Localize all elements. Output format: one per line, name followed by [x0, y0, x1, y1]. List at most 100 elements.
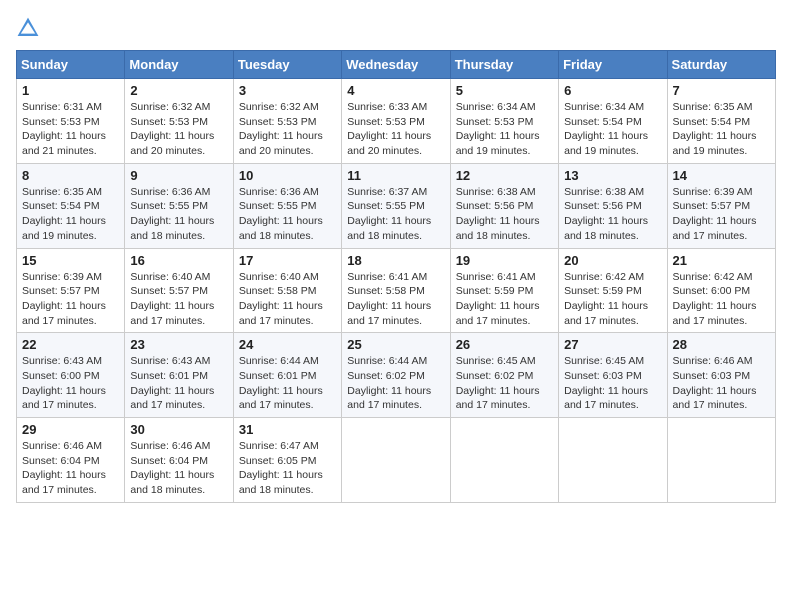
- day-number: 7: [673, 83, 770, 98]
- day-number: 2: [130, 83, 227, 98]
- day-number: 29: [22, 422, 119, 437]
- day-number: 25: [347, 337, 444, 352]
- calendar-cell: 15Sunrise: 6:39 AMSunset: 5:57 PMDayligh…: [17, 248, 125, 333]
- calendar-cell: 19 Sunrise: 6:41 AMSunset: 5:59 PMDayligh…: [450, 248, 558, 333]
- day-info: Sunrise: 6:31 AMSunset: 5:53 PMDaylight:…: [22, 100, 119, 159]
- day-number: 30: [130, 422, 227, 437]
- calendar-cell: 21 Sunrise: 6:42 AMSunset: 6:00 PMDayligh…: [667, 248, 775, 333]
- calendar-cell: [667, 418, 775, 503]
- day-info: Sunrise: 6:45 AMSunset: 6:02 PMDaylight:…: [456, 354, 553, 413]
- calendar-cell: 1 Sunrise: 6:31 AMSunset: 5:53 PMDaylight…: [17, 79, 125, 164]
- day-number: 31: [239, 422, 336, 437]
- calendar-cell: 31 Sunrise: 6:47 AMSunset: 6:05 PMDayligh…: [233, 418, 341, 503]
- day-info: Sunrise: 6:35 AMSunset: 5:54 PMDaylight:…: [22, 185, 119, 244]
- calendar-cell: 6 Sunrise: 6:34 AMSunset: 5:54 PMDaylight…: [559, 79, 667, 164]
- day-info: Sunrise: 6:35 AMSunset: 5:54 PMDaylight:…: [673, 100, 770, 159]
- day-info: Sunrise: 6:47 AMSunset: 6:05 PMDaylight:…: [239, 439, 336, 498]
- day-info: Sunrise: 6:42 AMSunset: 5:59 PMDaylight:…: [564, 270, 661, 329]
- weekday-sunday: Sunday: [17, 51, 125, 79]
- day-number: 5: [456, 83, 553, 98]
- day-info: Sunrise: 6:34 AMSunset: 5:53 PMDaylight:…: [456, 100, 553, 159]
- day-info: Sunrise: 6:45 AMSunset: 6:03 PMDaylight:…: [564, 354, 661, 413]
- day-number: 27: [564, 337, 661, 352]
- weekday-monday: Monday: [125, 51, 233, 79]
- day-info: Sunrise: 6:42 AMSunset: 6:00 PMDaylight:…: [673, 270, 770, 329]
- weekday-wednesday: Wednesday: [342, 51, 450, 79]
- day-number: 18: [347, 253, 444, 268]
- day-number: 6: [564, 83, 661, 98]
- calendar-cell: 23 Sunrise: 6:43 AMSunset: 6:01 PMDayligh…: [125, 333, 233, 418]
- weekday-thursday: Thursday: [450, 51, 558, 79]
- calendar-cell: 28Sunrise: 6:46 AMSunset: 6:03 PMDayligh…: [667, 333, 775, 418]
- day-number: 17: [239, 253, 336, 268]
- calendar-cell: 18 Sunrise: 6:41 AMSunset: 5:58 PMDayligh…: [342, 248, 450, 333]
- day-number: 12: [456, 168, 553, 183]
- calendar-cell: 13 Sunrise: 6:38 AMSunset: 5:56 PMDayligh…: [559, 163, 667, 248]
- day-number: 13: [564, 168, 661, 183]
- day-info: Sunrise: 6:46 AMSunset: 6:04 PMDaylight:…: [22, 439, 119, 498]
- calendar-cell: 30 Sunrise: 6:46 AMSunset: 6:04 PMDayligh…: [125, 418, 233, 503]
- calendar-cell: 17 Sunrise: 6:40 AMSunset: 5:58 PMDayligh…: [233, 248, 341, 333]
- day-info: Sunrise: 6:36 AMSunset: 5:55 PMDaylight:…: [239, 185, 336, 244]
- day-number: 10: [239, 168, 336, 183]
- day-info: Sunrise: 6:32 AMSunset: 5:53 PMDaylight:…: [130, 100, 227, 159]
- calendar-cell: 4 Sunrise: 6:33 AMSunset: 5:53 PMDaylight…: [342, 79, 450, 164]
- day-number: 23: [130, 337, 227, 352]
- day-info: Sunrise: 6:39 AMSunset: 5:57 PMDaylight:…: [673, 185, 770, 244]
- calendar-cell: [342, 418, 450, 503]
- calendar-table: SundayMondayTuesdayWednesdayThursdayFrid…: [16, 50, 776, 503]
- day-number: 11: [347, 168, 444, 183]
- calendar-cell: 20 Sunrise: 6:42 AMSunset: 5:59 PMDayligh…: [559, 248, 667, 333]
- day-number: 20: [564, 253, 661, 268]
- calendar-cell: [559, 418, 667, 503]
- day-info: Sunrise: 6:40 AMSunset: 5:58 PMDaylight:…: [239, 270, 336, 329]
- day-info: Sunrise: 6:44 AMSunset: 6:01 PMDaylight:…: [239, 354, 336, 413]
- calendar-cell: 26 Sunrise: 6:45 AMSunset: 6:02 PMDayligh…: [450, 333, 558, 418]
- week-row-1: 1 Sunrise: 6:31 AMSunset: 5:53 PMDaylight…: [17, 79, 776, 164]
- week-row-5: 29 Sunrise: 6:46 AMSunset: 6:04 PMDayligh…: [17, 418, 776, 503]
- weekday-friday: Friday: [559, 51, 667, 79]
- calendar-cell: 5 Sunrise: 6:34 AMSunset: 5:53 PMDaylight…: [450, 79, 558, 164]
- day-number: 26: [456, 337, 553, 352]
- calendar-cell: 24 Sunrise: 6:44 AMSunset: 6:01 PMDayligh…: [233, 333, 341, 418]
- calendar-cell: 27 Sunrise: 6:45 AMSunset: 6:03 PMDayligh…: [559, 333, 667, 418]
- day-info: Sunrise: 6:41 AMSunset: 5:59 PMDaylight:…: [456, 270, 553, 329]
- day-info: Sunrise: 6:43 AMSunset: 6:01 PMDaylight:…: [130, 354, 227, 413]
- week-row-4: 22 Sunrise: 6:43 AMSunset: 6:00 PMDayligh…: [17, 333, 776, 418]
- day-number: 24: [239, 337, 336, 352]
- day-info: Sunrise: 6:38 AMSunset: 5:56 PMDaylight:…: [564, 185, 661, 244]
- day-info: Sunrise: 6:38 AMSunset: 5:56 PMDaylight:…: [456, 185, 553, 244]
- calendar-cell: 29 Sunrise: 6:46 AMSunset: 6:04 PMDayligh…: [17, 418, 125, 503]
- calendar-body: 1 Sunrise: 6:31 AMSunset: 5:53 PMDaylight…: [17, 79, 776, 503]
- weekday-header-row: SundayMondayTuesdayWednesdayThursdayFrid…: [17, 51, 776, 79]
- logo: [16, 16, 44, 40]
- day-number: 19: [456, 253, 553, 268]
- day-info: Sunrise: 6:37 AMSunset: 5:55 PMDaylight:…: [347, 185, 444, 244]
- day-info: Sunrise: 6:46 AMSunset: 6:04 PMDaylight:…: [130, 439, 227, 498]
- day-number: 28: [673, 337, 770, 352]
- day-info: Sunrise: 6:33 AMSunset: 5:53 PMDaylight:…: [347, 100, 444, 159]
- calendar-cell: 7 Sunrise: 6:35 AMSunset: 5:54 PMDaylight…: [667, 79, 775, 164]
- day-number: 4: [347, 83, 444, 98]
- day-number: 15: [22, 253, 119, 268]
- calendar-cell: 9Sunrise: 6:36 AMSunset: 5:55 PMDaylight…: [125, 163, 233, 248]
- day-info: Sunrise: 6:32 AMSunset: 5:53 PMDaylight:…: [239, 100, 336, 159]
- weekday-tuesday: Tuesday: [233, 51, 341, 79]
- day-number: 8: [22, 168, 119, 183]
- day-number: 14: [673, 168, 770, 183]
- calendar-cell: 12 Sunrise: 6:38 AMSunset: 5:56 PMDayligh…: [450, 163, 558, 248]
- calendar-cell: [450, 418, 558, 503]
- day-info: Sunrise: 6:41 AMSunset: 5:58 PMDaylight:…: [347, 270, 444, 329]
- day-info: Sunrise: 6:43 AMSunset: 6:00 PMDaylight:…: [22, 354, 119, 413]
- day-number: 21: [673, 253, 770, 268]
- calendar-cell: 10 Sunrise: 6:36 AMSunset: 5:55 PMDayligh…: [233, 163, 341, 248]
- weekday-saturday: Saturday: [667, 51, 775, 79]
- day-number: 22: [22, 337, 119, 352]
- day-info: Sunrise: 6:34 AMSunset: 5:54 PMDaylight:…: [564, 100, 661, 159]
- day-number: 1: [22, 83, 119, 98]
- day-number: 3: [239, 83, 336, 98]
- calendar-cell: 11 Sunrise: 6:37 AMSunset: 5:55 PMDayligh…: [342, 163, 450, 248]
- calendar-cell: 2 Sunrise: 6:32 AMSunset: 5:53 PMDaylight…: [125, 79, 233, 164]
- page-header: [16, 16, 776, 40]
- calendar-cell: 22 Sunrise: 6:43 AMSunset: 6:00 PMDayligh…: [17, 333, 125, 418]
